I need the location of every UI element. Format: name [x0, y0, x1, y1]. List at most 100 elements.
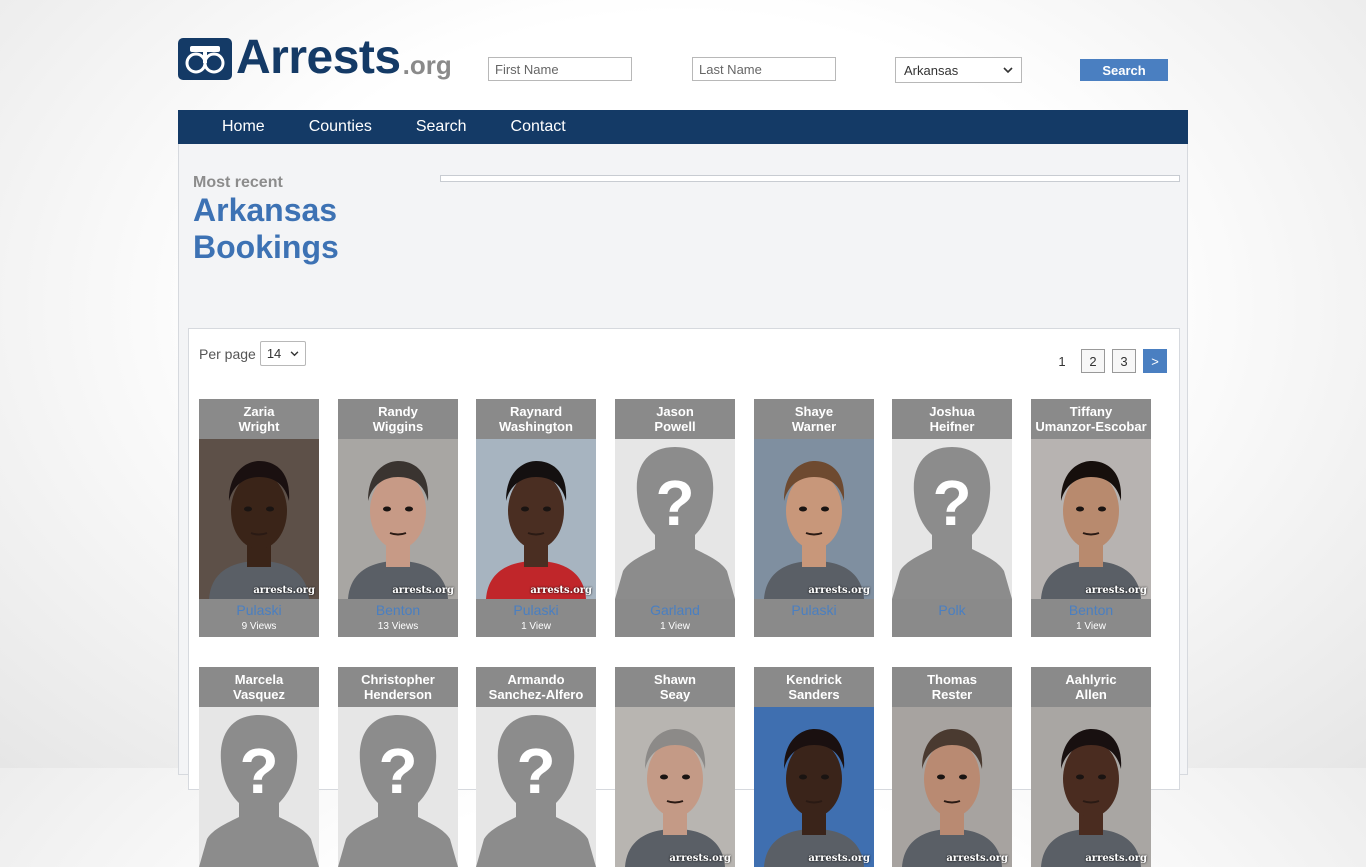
inmate-county-link[interactable]: Garland: [615, 599, 735, 619]
inmate-photo[interactable]: arrests.org: [1031, 439, 1151, 599]
per-page-select[interactable]: 14: [259, 341, 306, 366]
inmate-photo[interactable]: arrests.org: [892, 707, 1012, 867]
inmate-card[interactable]: Joshua Heifner? Polk: [892, 399, 1012, 637]
mugshot-photo: [338, 439, 458, 599]
watermark: arrests.org: [253, 585, 315, 596]
inmate-card[interactable]: Raynard Washington arrests.org Pulaski 1 Vie…: [476, 399, 596, 637]
svg-text:?: ?: [516, 735, 555, 807]
watermark: arrests.org: [808, 853, 870, 864]
inmate-card[interactable]: Christopher Henderson?: [338, 667, 458, 867]
unknown-person-icon: ?: [476, 707, 596, 867]
page-2-button[interactable]: 2: [1081, 349, 1105, 373]
site-logo[interactable]: Arrests .org: [178, 34, 452, 82]
unknown-person-icon: ?: [338, 707, 458, 867]
first-name-input[interactable]: [488, 57, 632, 81]
logo-suffix: .org: [402, 50, 452, 80]
inmate-photo[interactable]: ?: [476, 707, 596, 867]
inmate-last-name: Heifner: [929, 419, 975, 434]
inmate-views: [754, 619, 874, 637]
inmate-photo[interactable]: arrests.org: [754, 439, 874, 599]
inmate-last-name: Warner: [791, 419, 837, 434]
inmate-county-link[interactable]: Benton: [1031, 599, 1151, 619]
inmate-name: Tiffany Umanzor-Escobar: [1031, 399, 1151, 439]
search-button[interactable]: Search: [1080, 59, 1168, 81]
inmate-photo[interactable]: arrests.org: [754, 707, 874, 867]
inmate-photo[interactable]: ?: [892, 439, 1012, 599]
page-title: Arkansas Bookings: [193, 192, 413, 266]
mugshot-photo: [615, 707, 735, 867]
inmate-first-name: Kendrick: [786, 672, 842, 687]
page-title-line2: Bookings: [193, 229, 339, 265]
inmate-photo[interactable]: arrests.org: [199, 439, 319, 599]
inmate-name: Marcela Vasquez: [199, 667, 319, 707]
inmate-photo[interactable]: ?: [338, 707, 458, 867]
inmate-photo[interactable]: arrests.org: [338, 439, 458, 599]
svg-text:?: ?: [932, 467, 971, 539]
inmate-name: Aahlyric Allen: [1031, 667, 1151, 707]
inmate-last-name: Rester: [931, 687, 973, 702]
inmate-name: Thomas Rester: [892, 667, 1012, 707]
inmate-photo[interactable]: arrests.org: [615, 707, 735, 867]
nav-contact[interactable]: Contact: [511, 118, 566, 136]
watermark: arrests.org: [1085, 585, 1147, 596]
inmate-last-name: Wiggins: [372, 419, 424, 434]
inmate-views: 1 View: [1076, 621, 1106, 632]
page-3-button[interactable]: 3: [1112, 349, 1136, 373]
last-name-input[interactable]: [692, 57, 836, 81]
pagination: 1 2 3 >: [1043, 349, 1167, 373]
mugshot-photo: [1031, 439, 1151, 599]
state-select-value: Arkansas: [904, 62, 959, 78]
inmate-last-name: Washington: [499, 419, 573, 434]
inmate-card[interactable]: Randy Wiggins arrests.org Benton 13 Views: [338, 399, 458, 637]
inmate-county-link[interactable]: Pulaski: [476, 599, 596, 619]
inmate-card[interactable]: Thomas Rester arrests.org: [892, 667, 1012, 867]
unknown-person-icon: ?: [615, 439, 735, 599]
inmate-last-name: Sanders: [788, 687, 840, 702]
inmate-county-link[interactable]: Polk: [892, 599, 1012, 619]
main-nav: Home Counties Search Contact: [178, 110, 1188, 144]
inmate-last-name: Wright: [238, 419, 280, 434]
inmate-county-link[interactable]: Benton: [338, 599, 458, 619]
inmate-county-link[interactable]: Pulaski: [199, 599, 319, 619]
chevron-down-icon: [1003, 66, 1013, 73]
inmate-county-link[interactable]: Pulaski: [754, 599, 874, 619]
inmate-card[interactable]: Aahlyric Allen arrests.org: [1031, 667, 1151, 867]
inmate-card[interactable]: Zaria Wright arrests.org Pulaski 9 Views: [199, 399, 319, 637]
nav-counties[interactable]: Counties: [309, 118, 372, 136]
ad-banner: [440, 175, 1180, 182]
inmate-name: Raynard Washington: [476, 399, 596, 439]
inmate-card[interactable]: Armando Sanchez-Alfero?: [476, 667, 596, 867]
watermark: arrests.org: [1085, 853, 1147, 864]
inmate-name: Joshua Heifner: [892, 399, 1012, 439]
state-select[interactable]: Arkansas: [895, 57, 1022, 83]
inmate-name: Armando Sanchez-Alfero: [476, 667, 596, 707]
next-page-button[interactable]: >: [1143, 349, 1167, 373]
mugshot-photo: [476, 439, 596, 599]
inmate-card[interactable]: Shawn Seay arrests.org: [615, 667, 735, 867]
inmate-last-name: Allen: [1075, 687, 1107, 702]
inmate-first-name: Randy: [378, 404, 418, 419]
inmate-first-name: Joshua: [929, 404, 975, 419]
inmate-card[interactable]: Kendrick Sanders arrests.org: [754, 667, 874, 867]
inmate-first-name: Tiffany: [1069, 404, 1113, 419]
inmate-first-name: Armando: [507, 672, 565, 687]
inmate-last-name: Vasquez: [232, 687, 286, 702]
inmate-card[interactable]: Tiffany Umanzor-Escobar arrests.org Benton 1…: [1031, 399, 1151, 637]
nav-home[interactable]: Home: [222, 118, 265, 136]
inmate-card[interactable]: Shaye Warner arrests.org Pulaski: [754, 399, 874, 637]
inmate-photo[interactable]: ?: [199, 707, 319, 867]
inmate-last-name: Powell: [654, 419, 696, 434]
results-box: Per page 14 1 2 3 > Zaria Wright arrests.o…: [188, 328, 1180, 867]
inmate-first-name: Zaria: [243, 404, 275, 419]
inmate-photo[interactable]: arrests.org: [1031, 707, 1151, 867]
inmate-name: Christopher Henderson: [338, 667, 458, 707]
watermark: arrests.org: [530, 585, 592, 596]
unknown-person-icon: ?: [199, 707, 319, 867]
inmate-card[interactable]: Jason Powell? Garland 1 View: [615, 399, 735, 637]
inmate-photo[interactable]: ?: [615, 439, 735, 599]
svg-text:?: ?: [655, 467, 694, 539]
inmate-photo[interactable]: arrests.org: [476, 439, 596, 599]
inmate-card[interactable]: Marcela Vasquez?: [199, 667, 319, 867]
nav-search[interactable]: Search: [416, 118, 467, 136]
watermark: arrests.org: [808, 585, 870, 596]
